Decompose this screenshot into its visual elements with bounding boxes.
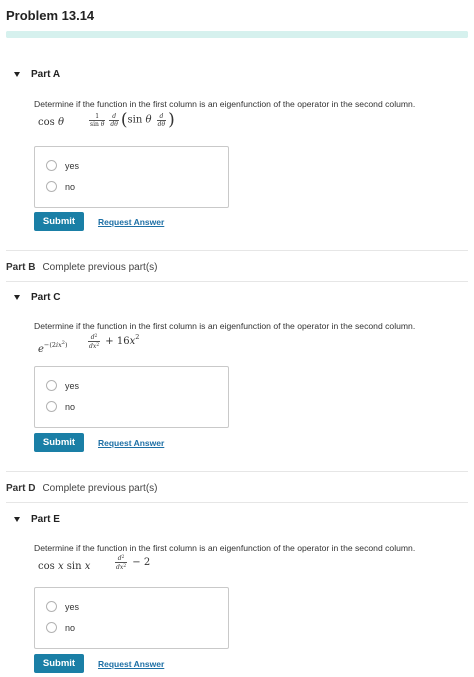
caret-down-icon[interactable] — [14, 517, 20, 522]
choice-label: yes — [65, 160, 80, 171]
part-c-submit-button[interactable]: Submit — [34, 433, 84, 452]
part-d-title: Part D — [6, 483, 36, 494]
part-d-row: Part D Complete previous part(s) — [6, 483, 158, 494]
choice-no[interactable]: no — [46, 622, 75, 633]
part-c-question: Determine if the function in the first c… — [34, 321, 416, 331]
part-c-header[interactable]: Part C — [14, 292, 60, 303]
radio-button[interactable] — [46, 181, 57, 192]
choice-no[interactable]: no — [46, 401, 75, 412]
progress-bar — [6, 31, 468, 38]
part-c-request-answer-link[interactable]: Request Answer — [98, 438, 164, 448]
part-e-submit-button[interactable]: Submit — [34, 654, 84, 673]
part-e-title: Part E — [31, 514, 60, 525]
radio-button[interactable] — [46, 401, 57, 412]
part-e-request-answer-link[interactable]: Request Answer — [98, 659, 164, 669]
choice-label: no — [65, 181, 76, 192]
progress-fill — [6, 31, 468, 38]
part-a-operator: 1 sin θ d dθ (sin θ d dθ) — [89, 110, 175, 130]
radio-button[interactable] — [46, 160, 57, 171]
divider — [6, 281, 468, 282]
part-a-choices: yes no — [34, 146, 229, 208]
radio-button[interactable] — [46, 601, 57, 612]
divider — [6, 502, 468, 503]
choice-yes[interactable]: yes — [46, 601, 79, 612]
part-a-title: Part A — [31, 69, 61, 80]
caret-down-icon[interactable] — [14, 295, 20, 300]
page-title: Problem 13.14 — [6, 8, 95, 23]
choice-label: no — [65, 622, 76, 633]
divider — [6, 471, 468, 472]
choice-label: no — [65, 401, 76, 412]
choice-label: yes — [65, 380, 80, 391]
part-c-function: e−(2ix2) — [38, 340, 68, 355]
radio-button[interactable] — [46, 622, 57, 633]
choice-yes[interactable]: yes — [46, 160, 79, 171]
part-b-row: Part B Complete previous part(s) — [6, 262, 158, 273]
part-b-status: Complete previous part(s) — [42, 262, 158, 273]
part-d-status: Complete previous part(s) — [42, 483, 158, 494]
part-e-header[interactable]: Part E — [14, 514, 60, 525]
part-e-choices: yes no — [34, 587, 229, 649]
part-e-function: cos x sin x — [38, 561, 91, 572]
part-c-title: Part C — [31, 292, 61, 303]
part-c-choices: yes no — [34, 366, 229, 428]
part-a-function: cos θ — [38, 117, 64, 128]
part-c-operator: d2 dx2 + 16x2 — [88, 333, 140, 350]
part-a-question: Determine if the function in the first c… — [34, 99, 416, 109]
part-a-request-answer-link[interactable]: Request Answer — [98, 217, 164, 227]
choice-label: yes — [65, 601, 80, 612]
caret-down-icon[interactable] — [14, 72, 20, 77]
part-a-submit-button[interactable]: Submit — [34, 212, 84, 231]
part-e-operator: d2 dx2 − 2 — [115, 555, 151, 571]
part-e-question: Determine if the function in the first c… — [34, 543, 416, 553]
radio-button[interactable] — [46, 380, 57, 391]
divider — [6, 250, 468, 251]
choice-no[interactable]: no — [46, 181, 75, 192]
part-a-header[interactable]: Part A — [14, 69, 60, 80]
part-b-title: Part B — [6, 262, 36, 273]
choice-yes[interactable]: yes — [46, 380, 79, 391]
